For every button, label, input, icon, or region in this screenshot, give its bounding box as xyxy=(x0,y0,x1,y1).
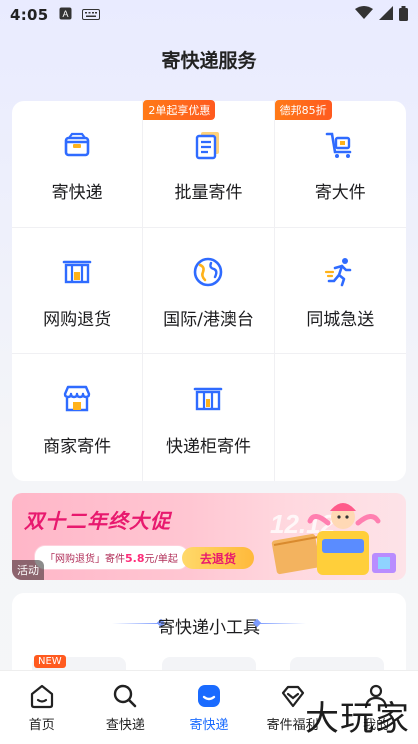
service-label: 寄大件 xyxy=(314,183,366,204)
activity-tag: 活动 xyxy=(12,560,44,580)
services-grid: 寄快递 2单起享优惠 批量寄件 德邦85折 寄大件 网购退货 国际/港澳台 同城… xyxy=(12,100,406,481)
benefits-icon xyxy=(281,685,304,708)
keyboard-icon xyxy=(81,6,100,24)
documents-icon xyxy=(196,132,220,160)
service-label: 国际/港澳台 xyxy=(163,309,254,330)
service-empty-cell xyxy=(275,354,406,481)
service-label: 商家寄件 xyxy=(43,437,112,458)
svg-text:A: A xyxy=(62,9,68,19)
tab-send[interactable]: 寄快递 xyxy=(167,671,251,744)
title-decoration-right xyxy=(258,623,306,624)
service-large-item[interactable]: 德邦85折 寄大件 xyxy=(274,100,406,228)
battery-icon xyxy=(399,5,408,25)
new-badge: NEW xyxy=(34,655,66,668)
send-package-icon xyxy=(197,685,220,707)
service-online-return[interactable]: 网购退货 xyxy=(12,227,144,355)
banner-title: 双十二年终大促 xyxy=(24,509,171,533)
go-return-button[interactable]: 去退货 xyxy=(182,547,254,569)
status-time: 4:05 xyxy=(10,6,49,24)
service-label: 同城急送 xyxy=(306,309,375,330)
service-label: 快递柜寄件 xyxy=(165,437,251,458)
shop-icon xyxy=(63,385,91,412)
banner-subtitle: 「网购退货」寄件5.8元/单起 xyxy=(34,545,189,570)
tab-home[interactable]: 首页 xyxy=(0,671,84,744)
home-icon xyxy=(30,684,53,709)
promo-banner[interactable]: 12.12 双十二年终大促 「网购退货」寄件5.8元/单起 去退货 活动 xyxy=(12,493,406,580)
service-same-city[interactable]: 同城急送 xyxy=(274,228,406,355)
watermark-logo: 大玩家 xyxy=(305,699,410,739)
box-icon xyxy=(64,133,90,157)
service-label: 网购退货 xyxy=(43,309,112,330)
runner-icon xyxy=(325,257,352,287)
wifi-icon xyxy=(355,6,373,24)
service-locker[interactable]: 快递柜寄件 xyxy=(143,354,275,481)
service-batch-send[interactable]: 2单起享优惠 批量寄件 xyxy=(143,100,275,228)
banner-subtitle-price: 5.8 xyxy=(125,552,145,565)
locker-icon xyxy=(194,387,223,411)
tab-track[interactable]: 查快递 xyxy=(84,671,168,744)
service-international[interactable]: 国际/港澳台 xyxy=(143,227,275,355)
keyboard-a-icon: A xyxy=(59,6,72,24)
cart-icon xyxy=(326,133,352,159)
service-send-express[interactable]: 寄快递 xyxy=(12,101,144,228)
promo-badge: 德邦85折 xyxy=(274,100,332,120)
tools-title: 寄快递小工具 xyxy=(158,618,260,638)
status-bar: 4:05 A xyxy=(0,0,418,30)
banner-subtitle-prefix: 「网购退货」寄件 xyxy=(45,554,125,565)
tab-label: 查快递 xyxy=(105,718,145,733)
service-merchant[interactable]: 商家寄件 xyxy=(12,354,144,481)
search-icon xyxy=(114,684,137,708)
service-label: 批量寄件 xyxy=(174,183,243,204)
tab-label: 首页 xyxy=(28,718,55,733)
page-title: 寄快递服务 xyxy=(161,50,257,72)
tab-label: 寄快递 xyxy=(189,718,229,733)
return-shelf-icon xyxy=(62,260,92,284)
globe-icon xyxy=(194,257,223,287)
signal-icon xyxy=(379,6,393,24)
service-label: 寄快递 xyxy=(51,183,103,204)
banner-subtitle-suffix: 元/单起 xyxy=(144,554,178,565)
promo-badge: 2单起享优惠 xyxy=(143,100,216,120)
